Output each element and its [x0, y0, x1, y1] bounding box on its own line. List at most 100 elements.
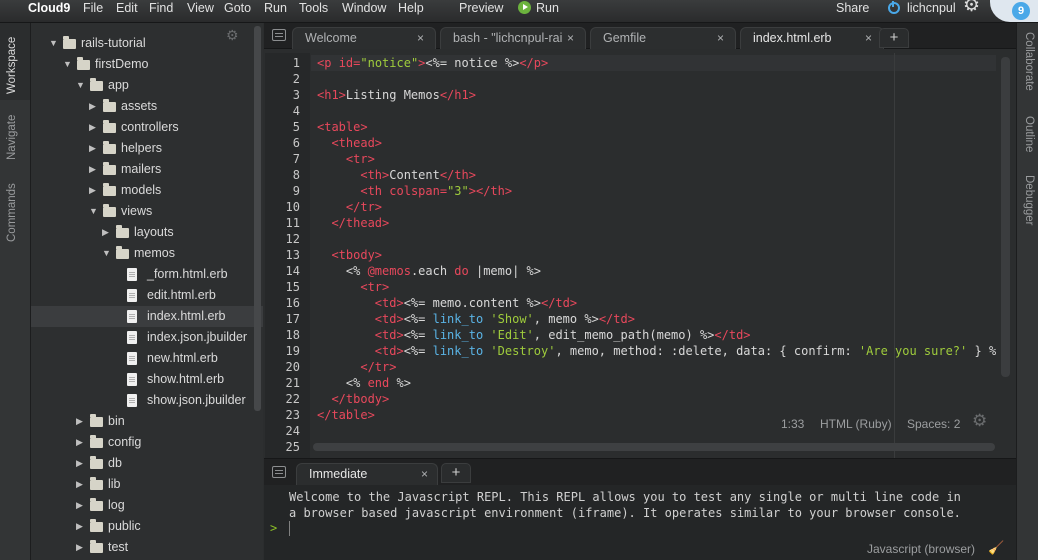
- console-panel[interactable]: Welcome to the Javascript REPL. This REP…: [264, 485, 1016, 560]
- tab-immediate[interactable]: Immediate ×: [296, 463, 438, 485]
- code-line: <th>Content</th>: [317, 167, 476, 183]
- chevron-down-icon[interactable]: ▼: [49, 33, 58, 54]
- editor-settings-gear-icon[interactable]: ⚙: [972, 412, 987, 430]
- chevron-right-icon[interactable]: ▶: [89, 180, 96, 201]
- chevron-right-icon[interactable]: ▶: [76, 453, 83, 474]
- menu-item[interactable]: Run: [264, 0, 287, 22]
- tree-folder[interactable]: ▶ public: [31, 516, 263, 537]
- chevron-right-icon[interactable]: ▶: [89, 117, 96, 138]
- tree-file[interactable]: index.html.erb: [31, 306, 263, 327]
- menu-item[interactable]: Goto: [224, 0, 251, 22]
- close-icon[interactable]: ×: [865, 28, 872, 48]
- tree-folder[interactable]: ▶ models: [31, 180, 263, 201]
- menu-item[interactable]: View: [187, 0, 214, 22]
- tree-file[interactable]: _form.html.erb: [31, 264, 263, 285]
- tree-folder[interactable]: ▶ mailers: [31, 159, 263, 180]
- cloud9-logo[interactable]: Cloud9: [28, 0, 70, 22]
- power-icon[interactable]: [888, 1, 900, 14]
- code-token: , edit_memo_path(memo) %>: [533, 328, 715, 342]
- line-number: 24: [285, 424, 300, 438]
- tree-folder[interactable]: ▼ app: [31, 75, 263, 96]
- share-button[interactable]: Share: [836, 0, 869, 22]
- chevron-right-icon[interactable]: ▶: [76, 537, 83, 558]
- editor-vertical-scrollbar[interactable]: [1001, 57, 1010, 377]
- chevron-down-icon[interactable]: ▼: [76, 75, 85, 96]
- console-menu-icon[interactable]: [272, 466, 286, 478]
- run-icon[interactable]: [518, 1, 531, 14]
- tree-folder[interactable]: ▶ layouts: [31, 222, 263, 243]
- close-icon[interactable]: ×: [417, 28, 424, 48]
- code-line: <td><%= link_to 'Edit', edit_memo_path(m…: [317, 327, 751, 343]
- run-button[interactable]: Run: [536, 0, 559, 22]
- close-icon[interactable]: ×: [717, 28, 724, 48]
- tree-scrollbar[interactable]: [254, 26, 261, 411]
- chevron-right-icon[interactable]: ▶: [102, 222, 109, 243]
- chevron-down-icon[interactable]: ▼: [89, 201, 98, 222]
- workspace-tab[interactable]: Workspace: [6, 37, 18, 94]
- editor-tab[interactable]: bash - "lichcnpul-rails ×: [440, 27, 586, 49]
- close-icon[interactable]: ×: [421, 464, 428, 484]
- console-mode[interactable]: Javascript (browser): [867, 542, 975, 556]
- chevron-right-icon[interactable]: ▶: [89, 159, 96, 180]
- menu-item[interactable]: Find: [149, 0, 173, 22]
- cloud-badge[interactable]: 9: [990, 0, 1038, 22]
- tree-folder[interactable]: ▶ controllers: [31, 117, 263, 138]
- editor-tab[interactable]: Gemfile ×: [590, 27, 736, 49]
- commands-tab[interactable]: Commands: [6, 183, 18, 242]
- cursor-position[interactable]: 1:33: [781, 415, 804, 433]
- chevron-right-icon[interactable]: ▶: [76, 411, 83, 432]
- menu-item[interactable]: Edit: [116, 0, 138, 22]
- tree-folder[interactable]: ▶ test: [31, 537, 263, 558]
- editor-tab[interactable]: Welcome ×: [292, 27, 436, 49]
- tree-folder[interactable]: ▶ assets: [31, 96, 263, 117]
- add-tab-button[interactable]: +: [879, 28, 909, 48]
- navigate-tab[interactable]: Navigate: [6, 115, 18, 160]
- folder-icon: [63, 36, 76, 49]
- chevron-right-icon[interactable]: ▶: [89, 96, 96, 117]
- tree-folder[interactable]: ▶ config: [31, 432, 263, 453]
- file-icon: [127, 310, 137, 323]
- chevron-right-icon[interactable]: ▶: [76, 516, 83, 537]
- code-editor[interactable]: <p id="notice"><%= notice %></p> <h1>List…: [311, 53, 996, 458]
- tree-folder[interactable]: ▼ memos: [31, 243, 263, 264]
- menu-item[interactable]: File: [83, 0, 103, 22]
- syntax-mode[interactable]: HTML (Ruby): [820, 415, 892, 433]
- broom-clear-icon[interactable]: 🧹: [988, 540, 1004, 556]
- add-console-tab-button[interactable]: +: [441, 463, 471, 483]
- tree-folder[interactable]: ▶ db: [31, 453, 263, 474]
- code-token: <tr>: [360, 280, 390, 294]
- tree-file[interactable]: new.html.erb: [31, 348, 263, 369]
- settings-gear-icon[interactable]: ⚙: [963, 0, 980, 20]
- editor-tab[interactable]: index.html.erb ×: [740, 27, 884, 49]
- chevron-right-icon[interactable]: ▶: [76, 474, 83, 495]
- chevron-right-icon[interactable]: ▶: [89, 138, 96, 159]
- tree-file[interactable]: index.json.jbuilder: [31, 327, 263, 348]
- username[interactable]: lichcnpul: [907, 0, 956, 22]
- menu-item[interactable]: Help: [398, 0, 424, 22]
- outline-tab[interactable]: Outline: [1023, 116, 1035, 152]
- indent-setting[interactable]: Spaces: 2: [907, 415, 960, 433]
- tree-folder[interactable]: ▶ lib: [31, 474, 263, 495]
- tree-folder[interactable]: ▼ firstDemo: [31, 54, 263, 75]
- menu-item[interactable]: Window: [342, 0, 386, 22]
- tree-item-label: log: [108, 498, 125, 512]
- preview-button[interactable]: Preview: [459, 0, 503, 22]
- tree-settings-gear-icon[interactable]: ⚙: [226, 27, 239, 44]
- close-icon[interactable]: ×: [567, 28, 574, 48]
- menu-item[interactable]: Tools: [299, 0, 328, 22]
- tree-file[interactable]: show.html.erb: [31, 369, 263, 390]
- collaborate-tab[interactable]: Collaborate: [1023, 32, 1035, 91]
- chevron-right-icon[interactable]: ▶: [76, 495, 83, 516]
- tree-file[interactable]: show.json.jbuilder: [31, 390, 263, 411]
- chevron-down-icon[interactable]: ▼: [102, 243, 111, 264]
- chevron-right-icon[interactable]: ▶: [76, 432, 83, 453]
- debugger-tab[interactable]: Debugger: [1023, 175, 1035, 226]
- chevron-down-icon[interactable]: ▼: [63, 54, 72, 75]
- tree-folder[interactable]: ▶ bin: [31, 411, 263, 432]
- tree-folder[interactable]: ▶ log: [31, 495, 263, 516]
- tree-folder[interactable]: ▼ views: [31, 201, 263, 222]
- tree-file[interactable]: edit.html.erb: [31, 285, 263, 306]
- editor-menu-icon[interactable]: [272, 29, 286, 41]
- editor-horizontal-scrollbar[interactable]: [313, 443, 995, 451]
- tree-folder[interactable]: ▶ helpers: [31, 138, 263, 159]
